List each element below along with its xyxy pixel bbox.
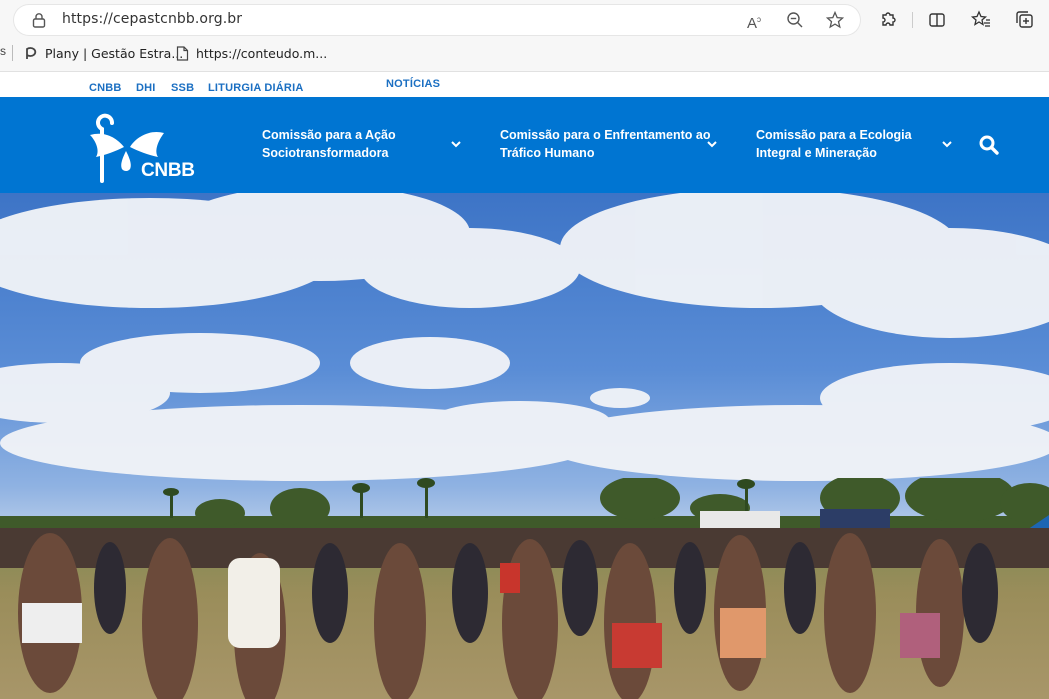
chevron-down-icon[interactable] <box>941 138 953 150</box>
extensions-icon[interactable] <box>877 9 899 31</box>
lock-icon <box>32 13 46 28</box>
split-screen-icon[interactable] <box>926 9 948 31</box>
menu-item-line: Comissão para a Ecologia <box>756 128 912 142</box>
menu-item-acao-sociotransformadora[interactable]: Comissão para a Ação Sociotransformadora <box>262 126 396 162</box>
hero-crowd <box>0 509 1049 699</box>
topnav-link-dhi[interactable]: DHI <box>136 82 156 94</box>
search-icon[interactable] <box>978 134 1000 156</box>
site-header: CNBB Comissão para a Ação Sociotransform… <box>0 97 1049 193</box>
bookmark-label: https://conteudo.m... <box>196 45 328 61</box>
menu-item-line: Sociotransformadora <box>262 146 389 160</box>
hero-image <box>0 193 1049 699</box>
menu-item-line: Comissão para a Ação <box>262 128 396 142</box>
chevron-down-icon[interactable] <box>450 138 462 150</box>
logo-text: CNBB <box>141 160 195 181</box>
bookmark-overflow-fragment: s <box>0 44 6 58</box>
browser-toolbar: https://cepastcnbb.org.br Aↄ s Plany | G… <box>0 0 1049 72</box>
menu-item-trafico-humano[interactable]: Comissão para o Enfrentamento ao Tráfico… <box>500 126 710 162</box>
topnav-link-liturgia[interactable]: LITURGIA DIÁRIA <box>208 82 303 94</box>
menu-item-line: Integral e Mineração <box>756 146 877 160</box>
bookmark-separator <box>12 45 13 61</box>
top-utility-nav: CNBB DHI SSB LITURGIA DIÁRIA NOTÍCIAS <box>0 72 1049 97</box>
topnav-link-cnbb[interactable]: CNBB <box>89 82 122 94</box>
page-icon <box>176 45 189 61</box>
menu-item-ecologia-integral[interactable]: Comissão para a Ecologia Integral e Mine… <box>756 126 912 162</box>
address-bar[interactable]: https://cepastcnbb.org.br Aↄ <box>14 5 860 35</box>
chevron-down-icon[interactable] <box>706 138 718 150</box>
url-text[interactable]: https://cepastcnbb.org.br <box>62 11 242 27</box>
menu-item-line: Tráfico Humano <box>500 146 595 160</box>
cnbb-logo[interactable]: CNBB <box>86 107 195 183</box>
plany-icon <box>26 47 37 59</box>
collections-icon[interactable] <box>1014 9 1036 31</box>
bookmark-conteudo[interactable]: https://conteudo.m... <box>176 40 327 66</box>
bookmark-plany[interactable]: Plany | Gestão Estra... <box>24 40 183 66</box>
bookmark-label: Plany | Gestão Estra... <box>45 45 184 61</box>
favorites-icon[interactable] <box>970 9 992 31</box>
read-aloud-icon[interactable]: Aↄ <box>745 11 763 32</box>
topnav-link-noticias[interactable]: NOTÍCIAS <box>386 78 440 90</box>
toolbar-separator <box>912 12 913 28</box>
topnav-link-ssb[interactable]: SSB <box>171 82 194 94</box>
favorite-star-icon[interactable] <box>826 11 844 29</box>
menu-item-line: Comissão para o Enfrentamento ao <box>500 128 711 142</box>
zoom-out-icon[interactable] <box>786 11 804 29</box>
